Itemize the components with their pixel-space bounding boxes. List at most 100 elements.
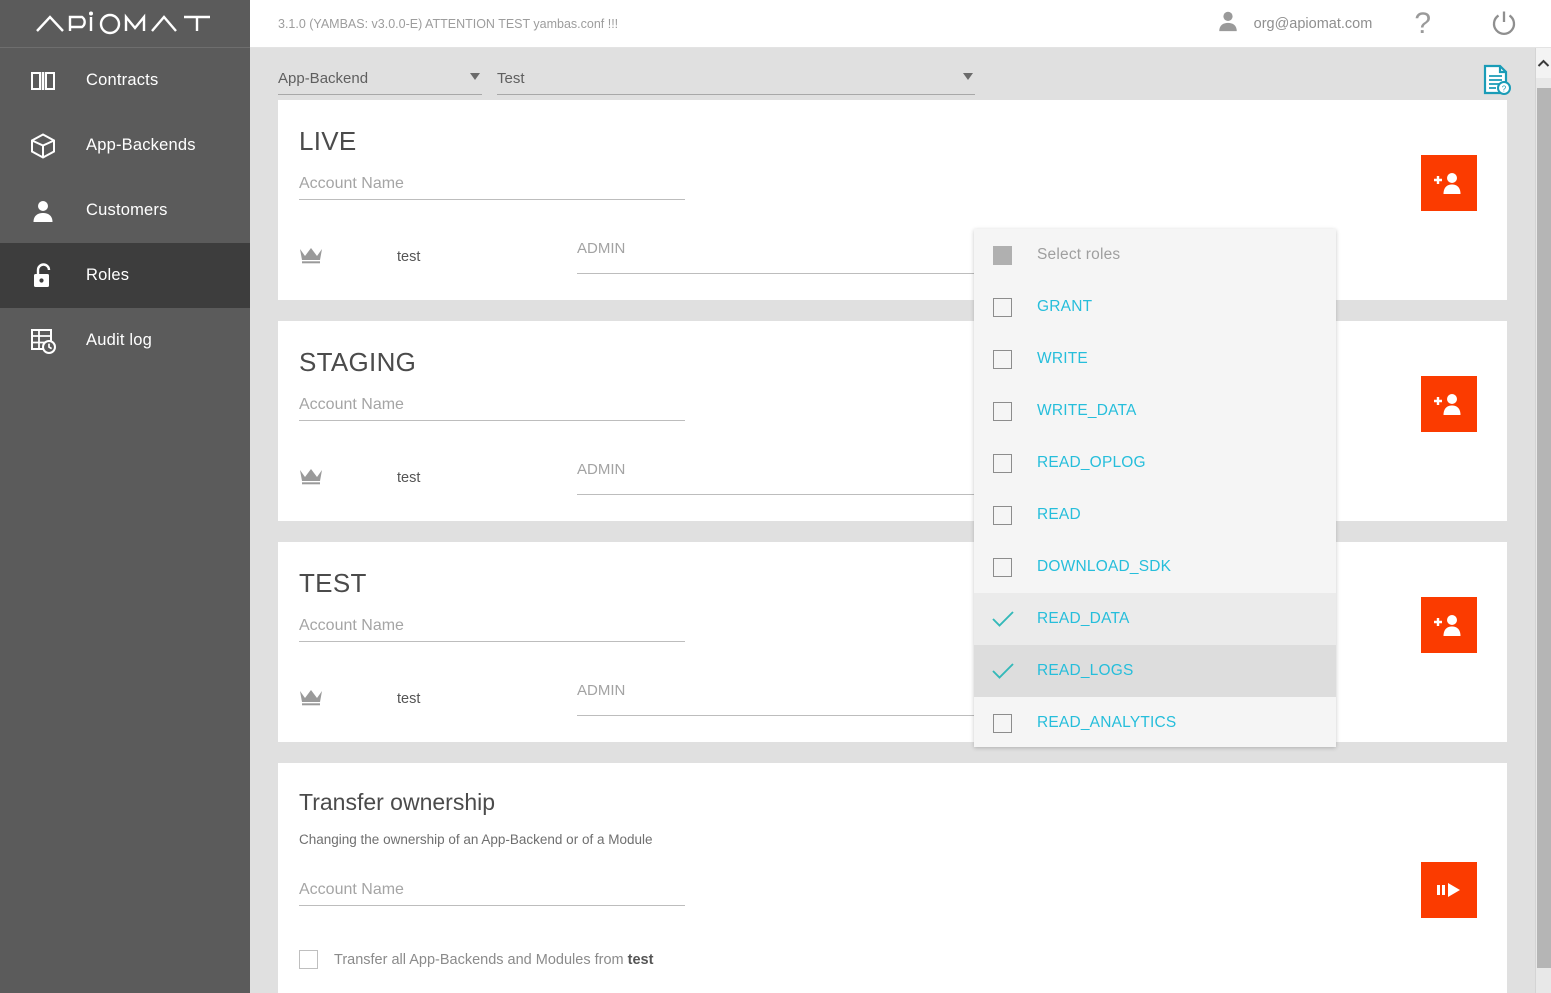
sidebar-item-label: Roles bbox=[86, 266, 130, 284]
app-backend-select-value: App-Backend bbox=[278, 69, 369, 87]
sidebar-item-app-backends[interactable]: App-Backends bbox=[0, 113, 250, 178]
role-option-label: WRITE_DATA bbox=[1037, 402, 1137, 419]
crown-icon bbox=[299, 467, 325, 490]
transfer-ownership-title: Transfer ownership bbox=[299, 789, 496, 815]
transfer-all-label-owner: test bbox=[627, 951, 654, 968]
transfer-forward-icon bbox=[1437, 883, 1460, 897]
role-option-label: DOWNLOAD_SDK bbox=[1037, 558, 1172, 575]
account-name-input[interactable]: Account Name bbox=[299, 396, 685, 421]
scrollbar-thumb[interactable] bbox=[1537, 88, 1551, 968]
vertical-scrollbar[interactable] bbox=[1535, 48, 1551, 993]
sidebar-item-label: Contracts bbox=[86, 71, 159, 89]
cube-icon bbox=[26, 129, 60, 163]
account-name-input[interactable]: Account Name bbox=[299, 175, 685, 200]
transfer-all-checkbox[interactable] bbox=[299, 950, 318, 969]
crown-icon bbox=[299, 246, 325, 269]
role-option-read-logs[interactable]: READ_LOGS bbox=[974, 645, 1336, 697]
roles-dropdown-header: Select roles bbox=[974, 229, 1336, 281]
sidebar-item-label: Audit log bbox=[86, 331, 153, 349]
checkbox-unchecked-icon[interactable] bbox=[993, 713, 1012, 733]
role-option-write-data[interactable]: WRITE_DATA bbox=[974, 385, 1336, 437]
transfer-ownership-button[interactable] bbox=[1421, 862, 1477, 918]
content-area: App-Backend Test ? LIVE Account Name tes… bbox=[250, 48, 1535, 993]
question-mark-icon[interactable]: ? bbox=[1414, 8, 1431, 39]
svg-text:?: ? bbox=[1502, 85, 1507, 94]
checkbox-unchecked-icon[interactable] bbox=[993, 349, 1012, 369]
app-backend-select[interactable]: App-Backend bbox=[278, 62, 482, 95]
account-name-input[interactable]: Account Name bbox=[299, 617, 685, 642]
person-icon bbox=[26, 194, 60, 228]
cards-container: LIVE Account Name test ADMIN STAGING Acc… bbox=[250, 100, 1535, 993]
power-off-icon[interactable] bbox=[1489, 9, 1519, 39]
role-option-label: READ_ANALYTICS bbox=[1037, 714, 1177, 731]
checkbox-unchecked-icon[interactable] bbox=[993, 453, 1012, 473]
sidebar-item-audit-log[interactable]: Audit log bbox=[0, 308, 250, 373]
roles-dropdown-menu[interactable]: Select roles GRANT WRITE WRITE_DATA READ… bbox=[974, 229, 1336, 747]
unlocked-padlock-icon bbox=[26, 259, 60, 293]
sidebar-item-label: App-Backends bbox=[86, 136, 196, 154]
roles-dropdown-header-label: Select roles bbox=[1037, 246, 1121, 263]
sidebar-item-roles[interactable]: Roles bbox=[0, 243, 250, 308]
logo[interactable] bbox=[0, 0, 250, 48]
role-select-value: ADMIN bbox=[577, 461, 626, 478]
role-option-grant[interactable]: GRANT bbox=[974, 281, 1336, 333]
role-option-label: READ_OPLOG bbox=[1037, 454, 1146, 471]
transfer-account-name-input[interactable]: Account Name bbox=[299, 881, 685, 906]
owner-name: test bbox=[397, 691, 421, 707]
role-option-read-data[interactable]: READ_DATA bbox=[974, 593, 1336, 645]
book-icon bbox=[26, 64, 60, 98]
role-option-read-analytics[interactable]: READ_ANALYTICS bbox=[974, 697, 1336, 749]
document-info-icon[interactable]: ? bbox=[1482, 64, 1512, 101]
selector-row: App-Backend Test ? bbox=[250, 48, 1535, 100]
checkbox-unchecked-icon[interactable] bbox=[993, 557, 1012, 577]
person-icon bbox=[1216, 9, 1240, 38]
add-person-icon bbox=[1434, 173, 1461, 194]
content-right-gutter bbox=[1519, 48, 1535, 993]
role-option-write[interactable]: WRITE bbox=[974, 333, 1336, 385]
checkbox-unchecked-icon[interactable] bbox=[993, 505, 1012, 525]
add-user-button[interactable] bbox=[1421, 155, 1477, 211]
role-option-label: GRANT bbox=[1037, 298, 1093, 315]
environment-select[interactable]: Test bbox=[497, 62, 975, 95]
add-user-button[interactable] bbox=[1421, 597, 1477, 653]
select-all-checkbox-indeterminate[interactable] bbox=[993, 245, 1012, 265]
transfer-all-row[interactable]: Transfer all App-Backends and Modules fr… bbox=[299, 950, 1477, 969]
card-title: LIVE bbox=[299, 126, 357, 156]
checkbox-unchecked-icon[interactable] bbox=[993, 401, 1012, 421]
topbar-right-group: org@apiomat.com ? bbox=[1216, 0, 1551, 47]
add-person-icon bbox=[1434, 615, 1461, 636]
role-option-read-oplog[interactable]: READ_OPLOG bbox=[974, 437, 1336, 489]
add-person-icon bbox=[1434, 394, 1461, 415]
transfer-ownership-description: Changing the ownership of an App-Backend… bbox=[299, 832, 653, 847]
crown-icon bbox=[299, 688, 325, 711]
sidebar-item-contracts[interactable]: Contracts bbox=[0, 48, 250, 113]
transfer-all-label: Transfer all App-Backends and Modules fr… bbox=[334, 952, 653, 968]
transfer-ownership-card: Transfer ownership Changing the ownershi… bbox=[278, 763, 1507, 993]
version-text: 3.1.0 (YAMBAS: v3.0.0-E) ATTENTION TEST … bbox=[278, 16, 619, 31]
sidebar: Contracts App-Backends Customers Roles A… bbox=[0, 0, 250, 993]
checkbox-unchecked-icon[interactable] bbox=[993, 297, 1012, 317]
role-option-label: READ_LOGS bbox=[1037, 662, 1134, 679]
sidebar-item-customers[interactable]: Customers bbox=[0, 178, 250, 243]
owner-name: test bbox=[397, 249, 421, 265]
role-select-value: ADMIN bbox=[577, 240, 626, 257]
owner-name: test bbox=[397, 470, 421, 486]
chevron-down-icon bbox=[470, 73, 480, 80]
user-email: org@apiomat.com bbox=[1253, 15, 1373, 32]
chevron-up-icon[interactable] bbox=[1536, 48, 1551, 78]
sidebar-item-label: Customers bbox=[86, 201, 168, 219]
role-option-label: READ_DATA bbox=[1037, 610, 1130, 627]
role-option-read[interactable]: READ bbox=[974, 489, 1336, 541]
audit-log-icon bbox=[26, 324, 60, 358]
checkmark-icon[interactable] bbox=[991, 609, 1015, 629]
checkmark-icon[interactable] bbox=[991, 661, 1015, 681]
transfer-all-label-text: Transfer all App-Backends and Modules fr… bbox=[334, 951, 628, 968]
role-option-label: READ bbox=[1037, 506, 1081, 523]
environment-select-value: Test bbox=[497, 69, 525, 87]
role-select-value: ADMIN bbox=[577, 682, 626, 699]
role-option-download-sdk[interactable]: DOWNLOAD_SDK bbox=[974, 541, 1336, 593]
user-account[interactable]: org@apiomat.com bbox=[1216, 9, 1373, 38]
add-user-button[interactable] bbox=[1421, 376, 1477, 432]
app-root: Contracts App-Backends Customers Roles A… bbox=[0, 0, 1551, 993]
role-option-label: WRITE bbox=[1037, 350, 1088, 367]
